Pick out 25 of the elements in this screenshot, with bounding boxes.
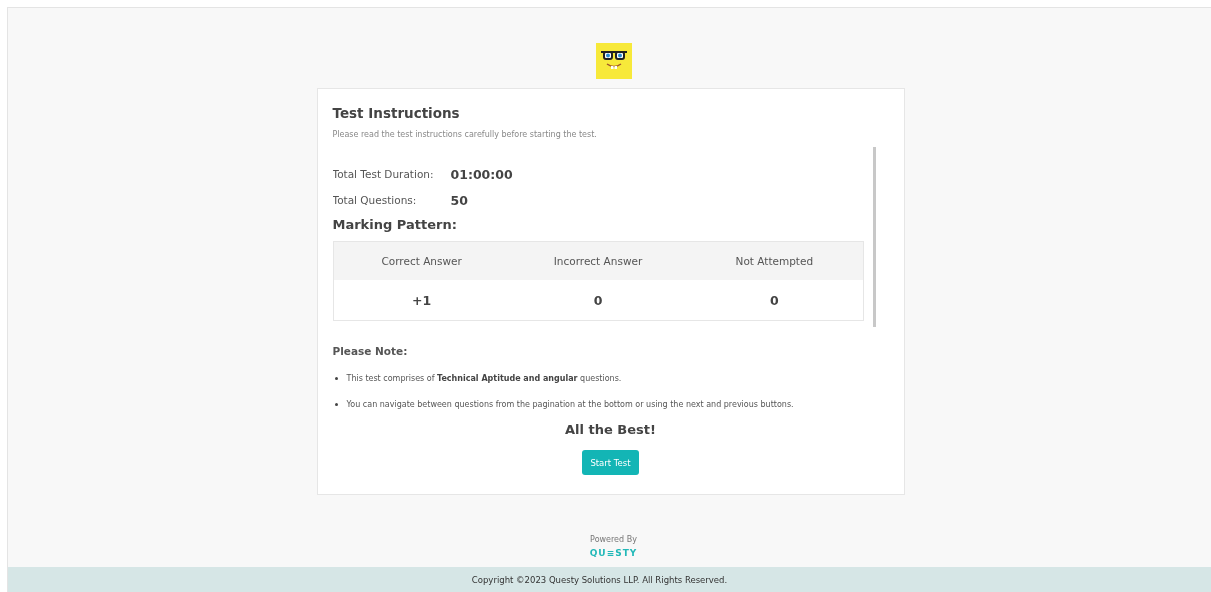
section-heading: Please Note: <box>332 345 409 357</box>
summary-label: Total Test Duration: <box>332 168 435 180</box>
card-title: Test Instructions <box>332 105 461 121</box>
avatar-image <box>595 43 632 79</box>
closing-text: All the Best! <box>564 422 657 437</box>
summary-value: 01:00:00 <box>450 166 513 182</box>
bullet-icon <box>334 376 338 380</box>
column-header: Incorrect Answer <box>552 254 644 269</box>
scrollbar-thumb[interactable] <box>872 147 876 327</box>
table-cell-text: 0 <box>768 291 780 310</box>
column-header: Correct Answer <box>380 254 463 269</box>
column-header: Not Attempted <box>734 254 815 269</box>
section-heading: Marking Pattern: <box>332 217 458 232</box>
bullet-icon <box>334 402 338 406</box>
note-text: You can navigate between questions from the pagination at the bottom or using the next and previous buttons. <box>346 399 794 409</box>
copyright-text: Copyright ©2023 Questy Solutions LLP. All Rights Reserved. <box>471 575 728 585</box>
brand-logo: QU≡STY <box>589 548 638 558</box>
summary-label: Total Questions: <box>332 194 418 206</box>
summary-value: 50 <box>450 192 468 208</box>
powered-by-text: Powered By <box>590 535 637 544</box>
card-subtitle: Please read the test instructions carefully before starting the test. <box>332 130 598 139</box>
note-text: This test comprises of Technical Aptitude and angular questions. <box>346 373 622 383</box>
table-cell-text: 0 <box>592 291 604 310</box>
table-cell-text: +1 <box>411 291 433 310</box>
start-test-button[interactable]: Start Test <box>582 450 639 475</box>
